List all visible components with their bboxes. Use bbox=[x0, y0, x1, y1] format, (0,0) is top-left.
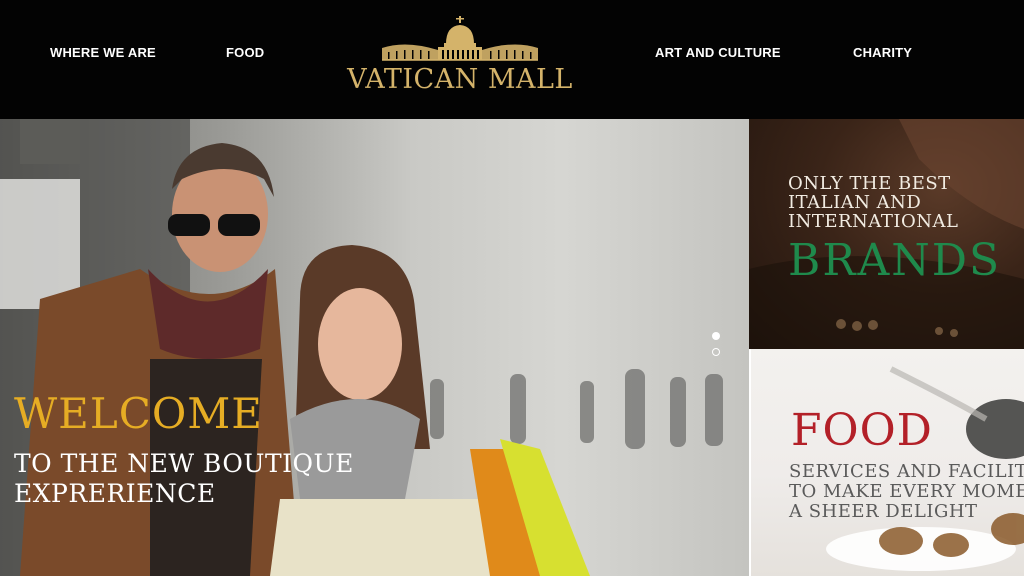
food-subtitle-line-2: TO MAKE EVERY MOMENT bbox=[789, 481, 1024, 502]
brands-photo bbox=[749, 119, 1024, 349]
promo-brands[interactable]: ONLY THE BEST ITALIAN AND INTERNATIONAL … bbox=[749, 119, 1024, 349]
brands-lead-line-1: ONLY THE BEST bbox=[788, 173, 951, 194]
promo-food[interactable]: FOOD SERVICES AND FACILITIES TO MAKE EVE… bbox=[749, 349, 1024, 576]
food-subtitle-line-3: A SHEER DELIGHT bbox=[789, 501, 978, 522]
hero-subtitle: TO THE NEW BOUTIQUE EXPRERIENCE bbox=[14, 449, 354, 509]
food-title: FOOD bbox=[791, 405, 933, 456]
food-subtitle: SERVICES AND FACILITIES TO MAKE EVERY MO… bbox=[789, 462, 1024, 522]
nav-art-and-culture[interactable]: ART AND CULTURE bbox=[655, 45, 781, 60]
slide-dot-2[interactable] bbox=[712, 348, 720, 356]
basilica-icon bbox=[382, 16, 538, 61]
site-logo[interactable]: VATICAN MALL bbox=[340, 14, 580, 104]
nav-food[interactable]: FOOD bbox=[226, 45, 264, 60]
hero-slider: WELCOME TO THE NEW BOUTIQUE EXPRERIENCE bbox=[0, 119, 749, 576]
slide-dot-1[interactable] bbox=[712, 332, 720, 340]
nav-charity[interactable]: CHARITY bbox=[853, 45, 912, 60]
food-subtitle-line-1: SERVICES AND FACILITIES bbox=[789, 461, 1024, 482]
hero-subtitle-line-2: EXPRERIENCE bbox=[14, 479, 216, 508]
logo-text: VATICAN MALL bbox=[347, 64, 573, 95]
nav-where-we-are[interactable]: WHERE WE ARE bbox=[50, 45, 156, 60]
hero-title: WELCOME bbox=[14, 389, 263, 438]
brands-lead-line-2: ITALIAN AND bbox=[788, 192, 922, 213]
brands-lead: ONLY THE BEST ITALIAN AND INTERNATIONAL bbox=[788, 174, 958, 231]
site-header: WHERE WE ARE FOOD VATICAN MALL ART AND C… bbox=[0, 0, 1024, 119]
hero-subtitle-line-1: TO THE NEW BOUTIQUE bbox=[14, 449, 354, 478]
brands-lead-line-3: INTERNATIONAL bbox=[788, 211, 959, 232]
brands-title: BRANDS bbox=[788, 235, 1002, 286]
